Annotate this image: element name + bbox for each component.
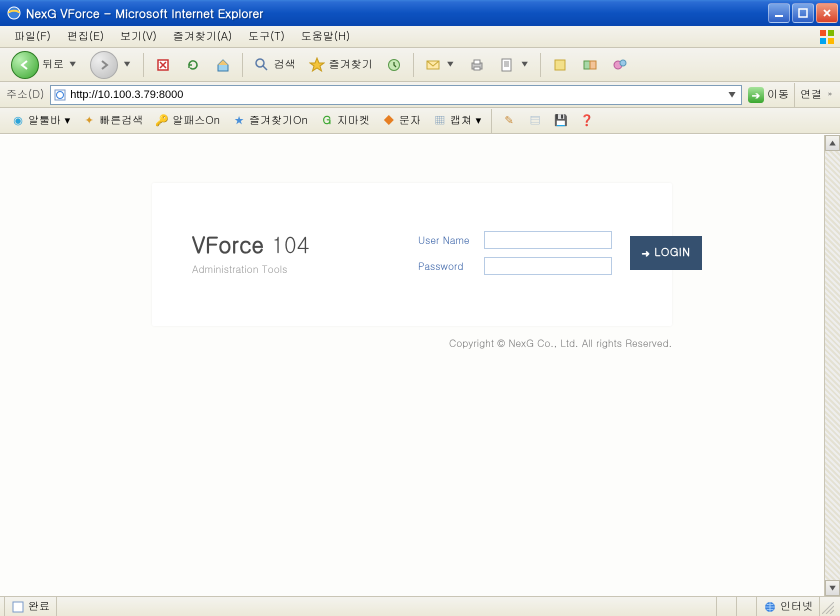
help-icon: ❓ [580,114,594,128]
mail-button[interactable]: ▼ [419,54,461,76]
history-button[interactable] [380,54,408,76]
url-input[interactable] [70,89,725,101]
extra-button-3[interactable] [606,54,634,76]
extra-button-2[interactable] [576,54,604,76]
links-label[interactable]: 연결 [800,87,822,102]
login-form: User Name Password ➜ LOGIN [418,231,702,275]
linkbar-favorites[interactable]: ★즐겨찾기On [227,111,313,130]
menu-view[interactable]: 보기(V) [112,27,165,46]
vertical-scrollbar[interactable]: ▲ ▼ [824,135,840,596]
refresh-button[interactable] [179,54,207,76]
save-icon: 💾 [554,114,568,128]
print-button[interactable] [463,54,491,76]
menu-edit[interactable]: 편집(E) [59,27,112,46]
go-button[interactable]: ➔ 이동 [748,87,789,103]
chevron-down-icon: ▼ [67,59,78,70]
linkbar-tool-1[interactable]: ✎ [497,112,521,130]
login-card: VForce 104 Administration Tools User Nam… [152,183,672,326]
window-maximize-button[interactable] [792,3,814,23]
scroll-down-button[interactable]: ▼ [825,580,840,596]
favorites-button[interactable]: 즐겨찾기 [303,54,378,76]
chevron-right-icon: » [826,89,834,100]
login-button[interactable]: ➜ LOGIN [630,236,702,270]
resize-grip[interactable] [820,597,836,616]
search-button[interactable]: 검색 [248,54,301,76]
star-icon [308,56,326,74]
go-icon: ➔ [748,87,764,103]
username-label: User Name [418,233,476,247]
nav-forward-button[interactable]: ▼ [85,49,137,81]
star-icon: ★ [232,114,246,128]
stop-button[interactable] [149,54,177,76]
extra-button-1[interactable] [546,54,574,76]
address-bar: 주소(D) ▼ ➔ 이동 연결 » [0,82,840,108]
scroll-track[interactable] [825,151,840,580]
login-arrow-icon: ➜ [642,246,651,260]
linkbar-quicksearch[interactable]: ✦빠른검색 [77,111,148,130]
linkbar-tool-2[interactable]: ▤ [523,112,547,130]
password-input[interactable] [484,257,612,275]
internet-zone-icon [763,600,777,614]
status-bar: 완료 인터넷 [0,596,840,616]
linkbar-gmarket[interactable]: G지마켓 [315,111,375,130]
menu-favorites[interactable]: 즐겨찾기(A) [165,27,240,46]
linkbar-capture[interactable]: ▦캡쳐 ▾ [428,111,486,130]
window-titlebar: NexG VForce - Microsoft Internet Explore… [0,0,840,26]
password-label: Password [418,259,476,273]
brand-title: VForce 104 [192,229,364,260]
ie-icon [6,5,22,21]
home-button[interactable] [209,54,237,76]
linkbar-munja[interactable]: ◆문자 [377,111,426,130]
content-area: VForce 104 Administration Tools User Nam… [0,134,840,596]
scroll-up-button[interactable]: ▲ [825,135,840,151]
page-icon [53,88,67,102]
quicksearch-icon: ✦ [82,114,96,128]
windows-logo-icon [818,28,836,46]
page-viewport: VForce 104 Administration Tools User Nam… [0,135,824,596]
url-box[interactable]: ▼ [50,85,742,105]
window-title: NexG VForce - Microsoft Internet Explore… [26,5,768,22]
url-dropdown-icon[interactable]: ▼ [725,88,739,101]
window-close-button[interactable] [816,3,838,23]
main-toolbar: 뒤로 ▼ ▼ 검색 즐겨찾기 ▼ ▼ [0,48,840,82]
key-icon: 🔑 [155,114,169,128]
altools-icon: ◉ [11,114,25,128]
menu-file[interactable]: 파일(F) [6,27,59,46]
nav-back-button[interactable]: 뒤로 ▼ [6,49,83,81]
linkbar-alpass[interactable]: 🔑알패스On [150,111,225,130]
menu-tools[interactable]: 도구(T) [240,27,293,46]
window-minimize-button[interactable] [768,3,790,23]
brand-subtitle: Administration Tools [192,262,364,276]
linkbar-altools[interactable]: ◉알툴바 ▾ [6,111,75,130]
chevron-down-icon: ▼ [121,59,132,70]
message-icon: ◆ [382,114,396,128]
search-icon [253,56,271,74]
pencil-icon: ✎ [502,114,516,128]
brand-block: VForce 104 Administration Tools [192,229,392,276]
nav-back-label: 뒤로 [42,57,64,72]
linkbar-tool-3[interactable]: 💾 [549,112,573,130]
menu-bar: 파일(F) 편집(E) 보기(V) 즐겨찾기(A) 도구(T) 도움말(H) [0,26,840,48]
edit-button[interactable]: ▼ [493,54,535,76]
gmarket-icon: G [320,114,334,128]
linkbar-tool-4[interactable]: ❓ [575,112,599,130]
capture-icon: ▦ [433,114,447,128]
copyright-text: Copyright © NexG Co., Ltd. All rights Re… [152,336,672,350]
username-input[interactable] [484,231,612,249]
status-zone-cell: 인터넷 [757,597,820,616]
links-toolbar: ◉알툴바 ▾ ✦빠른검색 🔑알패스On ★즐겨찾기On G지마켓 ◆문자 ▦캡쳐… [0,108,840,134]
page-done-icon [11,600,25,614]
address-label: 주소(D) [6,87,44,102]
status-left-cell: 완료 [4,597,57,616]
sheet-icon: ▤ [528,114,542,128]
menu-help[interactable]: 도움말(H) [293,27,358,46]
